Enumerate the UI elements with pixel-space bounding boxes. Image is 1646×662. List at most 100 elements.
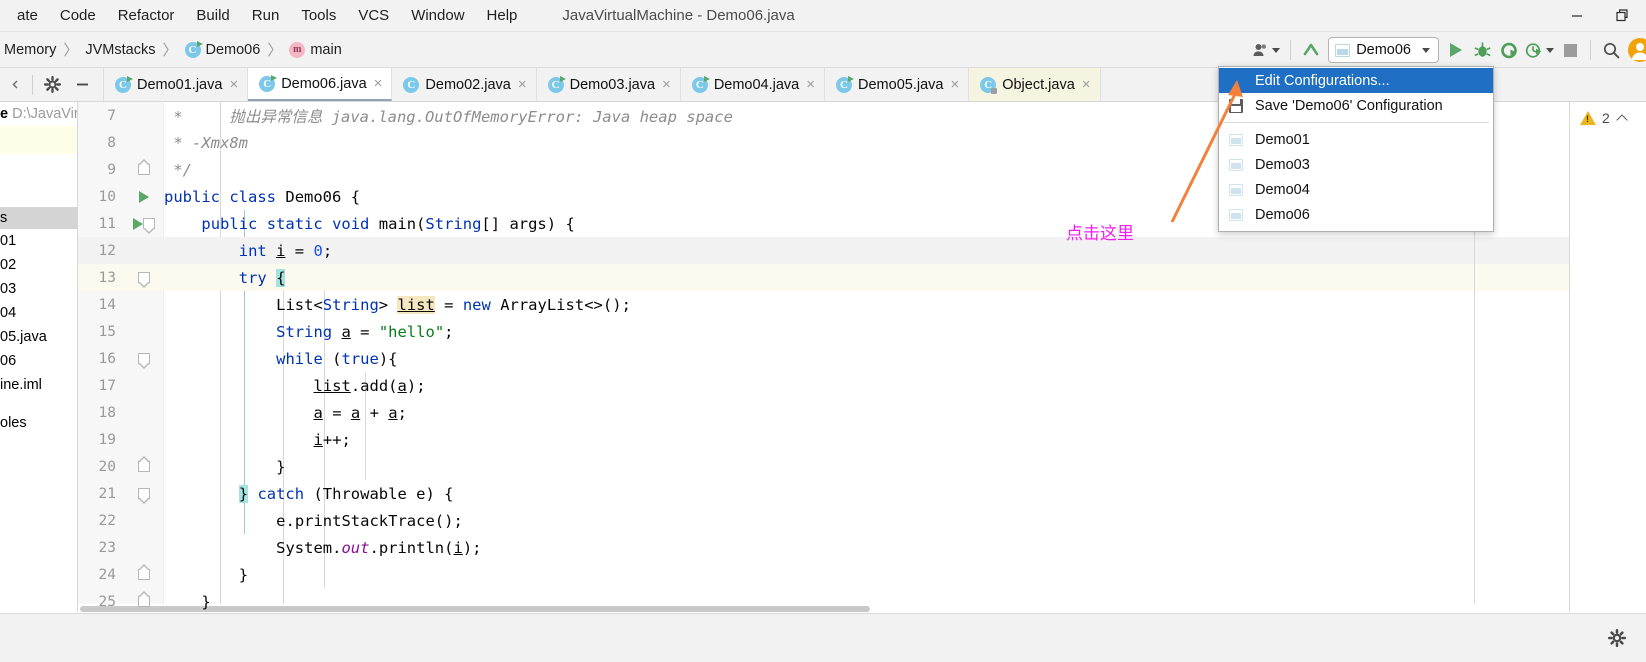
editor-tab-demo02[interactable]: C Demo02.java × — [392, 68, 537, 101]
run-configuration-selector[interactable]: Demo06 — [1328, 37, 1439, 63]
breadcrumb-item-main[interactable]: m main — [289, 41, 342, 58]
editor-line[interactable]: 22 e.printStackTrace(); — [78, 507, 1569, 534]
editor-tab-demo06[interactable]: C Demo06.java × — [248, 68, 393, 101]
project-footer-row[interactable]: oles — [0, 411, 77, 435]
dropdown-config-demo06[interactable]: Demo06 — [1219, 202, 1493, 227]
update-arrow-icon[interactable] — [1298, 37, 1324, 63]
menu-item-vcs[interactable]: VCS — [347, 3, 400, 28]
editor-line[interactable]: 25 } — [78, 588, 1569, 612]
user-icon[interactable] — [1249, 37, 1283, 63]
breadcrumb-item-demo06[interactable]: C Demo06 — [184, 40, 260, 58]
close-icon[interactable]: × — [806, 77, 815, 92]
close-icon[interactable]: × — [518, 77, 527, 92]
code-line-text: List<String> list = new ArrayList<>(); — [276, 295, 631, 314]
fold-start-icon[interactable] — [138, 353, 150, 369]
search-everywhere-button[interactable] — [1598, 37, 1624, 63]
project-root-row[interactable]: e D:\JavaVir — [0, 102, 77, 126]
project-file-row[interactable]: 01 — [0, 229, 77, 253]
menu-item-help[interactable]: Help — [476, 3, 529, 28]
editor-line[interactable]: 23 System.out.println(i); — [78, 534, 1569, 561]
run-gutter-icon[interactable] — [133, 217, 143, 230]
fold-start-icon[interactable] — [138, 272, 150, 288]
restore-button[interactable] — [1600, 0, 1646, 32]
dropdown-config-demo03[interactable]: Demo03 — [1219, 152, 1493, 177]
dropdown-config-demo01[interactable]: Demo01 — [1219, 127, 1493, 152]
close-icon[interactable]: × — [229, 77, 238, 92]
gutter-markers[interactable] — [124, 591, 164, 607]
chevron-up-icon[interactable] — [1616, 113, 1628, 126]
code-line-text: a = a + a; — [313, 403, 407, 422]
close-icon[interactable]: × — [1082, 77, 1091, 92]
editor-tab-demo01[interactable]: C Demo01.java × — [104, 68, 249, 101]
gutter-markers[interactable] — [124, 272, 164, 288]
gutter-markers[interactable] — [124, 488, 164, 504]
menu-item-run[interactable]: Run — [241, 3, 291, 28]
editor-line[interactable]: 19 i++; — [78, 426, 1569, 453]
fold-end-icon[interactable] — [138, 456, 150, 472]
gutter-markers[interactable] — [124, 217, 164, 234]
editor-line[interactable]: 14 List<String> list = new ArrayList<>()… — [78, 291, 1569, 318]
menu-item-build[interactable]: Build — [185, 3, 240, 28]
editor-tab-object[interactable]: C Object.java × — [969, 68, 1101, 101]
gutter-markers[interactable] — [124, 564, 164, 580]
dropdown-item-edit-configurations[interactable]: Edit Configurations... — [1219, 68, 1493, 93]
editor-line[interactable]: 24 } — [78, 561, 1569, 588]
editor-line[interactable]: 12 int i = 0; — [78, 237, 1569, 264]
account-avatar[interactable] — [1624, 37, 1646, 63]
close-icon[interactable]: × — [374, 76, 383, 91]
dropdown-config-demo04[interactable]: Demo04 — [1219, 177, 1493, 202]
editor-line[interactable]: 13 try { — [78, 264, 1569, 291]
project-selected-row[interactable]: s — [0, 207, 77, 229]
menu-item-code[interactable]: Code — [49, 3, 107, 28]
close-icon[interactable]: × — [950, 77, 959, 92]
gear-icon[interactable] — [1604, 625, 1630, 651]
run-gutter-icon[interactable] — [139, 190, 149, 203]
run-configuration-dropdown[interactable]: Edit Configurations... Save 'Demo06' Conf… — [1218, 66, 1494, 232]
gutter-markers[interactable] — [124, 159, 164, 175]
gutter-markers[interactable] — [124, 190, 164, 203]
project-file-row[interactable]: 03 — [0, 277, 77, 301]
hide-tool-window-icon[interactable] — [67, 72, 97, 98]
editor-line[interactable]: 18 a = a + a; — [78, 399, 1569, 426]
chevron-left-icon[interactable] — [2, 72, 28, 98]
fold-end-icon[interactable] — [138, 159, 150, 175]
profile-button[interactable] — [1521, 37, 1557, 63]
debug-button[interactable] — [1469, 37, 1495, 63]
gutter-markers[interactable] — [124, 353, 164, 369]
menu-item-refactor[interactable]: Refactor — [107, 3, 186, 28]
project-file-row[interactable]: 02 — [0, 253, 77, 277]
menu-item-window[interactable]: Window — [400, 3, 475, 28]
editor-line[interactable]: 16 while (true){ — [78, 345, 1569, 372]
minimize-button[interactable] — [1554, 0, 1600, 32]
gutter-markers[interactable] — [124, 456, 164, 472]
project-file-row[interactable]: ine.iml — [0, 373, 77, 397]
fold-start-icon[interactable] — [143, 218, 155, 234]
project-file-row[interactable]: 06 — [0, 349, 77, 373]
project-file-row[interactable]: 04 — [0, 301, 77, 325]
editor-line[interactable]: 15 String a = "hello"; — [78, 318, 1569, 345]
breadcrumb-item-jvmstacks[interactable]: JVMstacks — [85, 42, 155, 58]
close-icon[interactable]: × — [662, 77, 671, 92]
editor-line[interactable]: 20 } — [78, 453, 1569, 480]
project-file-row[interactable]: 05.java — [0, 325, 77, 349]
fold-end-icon[interactable] — [138, 591, 150, 607]
inspection-widget[interactable]: 2 — [1570, 102, 1646, 126]
dropdown-item-label: Save 'Demo06' Configuration — [1255, 97, 1443, 114]
editor-tab-demo05[interactable]: C Demo05.java × — [825, 68, 970, 101]
class-runnable-icon: C — [691, 75, 710, 93]
editor-tab-demo03[interactable]: C Demo03.java × — [537, 68, 681, 101]
editor-line[interactable]: 21 } catch (Throwable e) { — [78, 480, 1569, 507]
menu-item-ate[interactable]: ate — [6, 3, 49, 28]
breadcrumb-item-memory[interactable]: Memory — [4, 42, 56, 58]
run-with-coverage-button[interactable] — [1495, 37, 1521, 63]
fold-end-icon[interactable] — [138, 564, 150, 580]
project-tool-window[interactable]: e D:\JavaVir s 01 02 03 04 05.java 06 ine.iml … — [0, 102, 78, 612]
dropdown-item-save-demo06-configuration[interactable]: Save 'Demo06' Configuration — [1219, 93, 1493, 118]
gear-icon[interactable] — [37, 72, 67, 98]
menu-item-tools[interactable]: Tools — [290, 3, 347, 28]
run-button[interactable] — [1443, 37, 1469, 63]
fold-start-icon[interactable] — [138, 488, 150, 504]
stop-button[interactable] — [1557, 37, 1583, 63]
editor-line[interactable]: 17 list.add(a); — [78, 372, 1569, 399]
editor-tab-demo04[interactable]: C Demo04.java × — [681, 68, 826, 101]
